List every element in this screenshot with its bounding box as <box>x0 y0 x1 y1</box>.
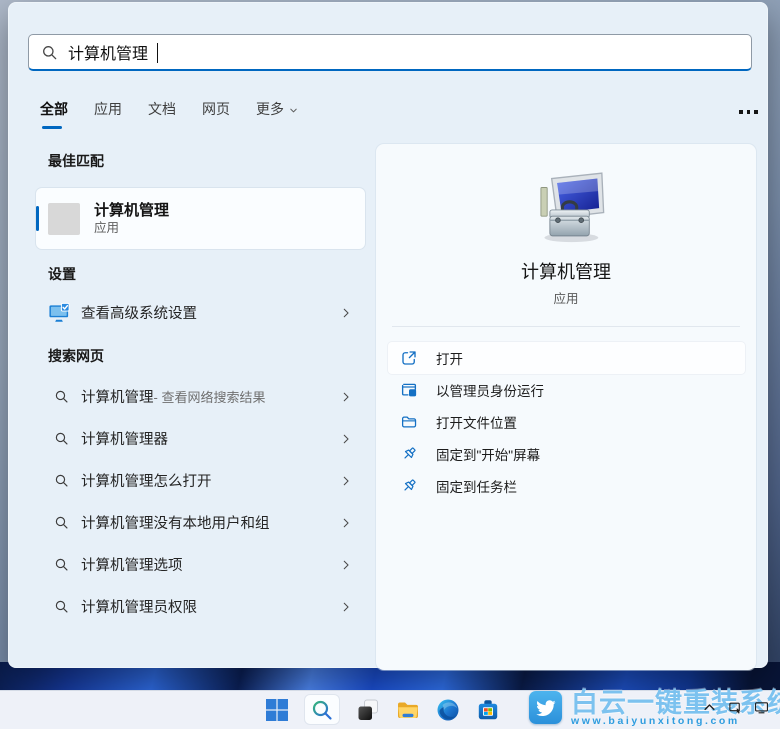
edge-browser-icon <box>436 698 460 722</box>
search-input[interactable] <box>68 43 739 61</box>
settings-item-advanced-system-settings[interactable]: 查看高级系统设置 <box>36 294 365 331</box>
section-header-best-match: 最佳匹配 <box>48 153 104 169</box>
action-label: 打开文件位置 <box>436 416 517 431</box>
search-icon <box>54 431 69 446</box>
taskbar-start-button[interactable] <box>264 697 289 722</box>
pin-to-start-icon <box>400 445 418 463</box>
section-header-search-web: 搜索网页 <box>48 348 104 364</box>
action-run-as-admin[interactable]: 以管理员身份运行 <box>388 374 745 406</box>
web-search-item[interactable]: 计算机管理员权限 <box>36 588 365 625</box>
tab-apps-label: 应用 <box>94 101 122 117</box>
search-icon <box>54 557 69 572</box>
taskbar-file-explorer-button[interactable] <box>395 697 420 722</box>
chevron-up-icon[interactable] <box>702 700 717 715</box>
search-icon <box>41 44 58 61</box>
app-title: 计算机管理 <box>521 262 611 282</box>
taskbar-search-button[interactable] <box>304 694 340 725</box>
chevron-right-icon <box>339 306 353 320</box>
search-icon <box>310 698 334 722</box>
best-match-title: 计算机管理 <box>94 202 170 219</box>
task-view-icon <box>356 698 380 722</box>
action-label: 固定到"开始"屏幕 <box>436 448 541 463</box>
microsoft-store-icon <box>476 698 500 722</box>
web-search-text: 计算机管理没有本地用户和组 <box>81 516 270 532</box>
chevron-right-icon <box>339 474 353 488</box>
web-search-text: 计算机管理器 <box>81 432 168 448</box>
system-tray <box>702 700 769 715</box>
app-actions-list: 打开 以管理员身份运行 打开文件位置 固定到"开始"屏幕 固定到任务栏 <box>388 342 745 502</box>
text-cursor <box>157 43 158 63</box>
chevron-right-icon <box>339 558 353 572</box>
run-as-admin-icon <box>400 381 418 399</box>
action-label: 打开 <box>436 352 463 367</box>
open-icon <box>400 349 418 367</box>
tab-web[interactable]: 网页 <box>202 99 230 128</box>
web-search-item[interactable]: 计算机管理 - 查看网络搜索结果 <box>36 378 365 415</box>
web-search-text: 计算机管理选项 <box>81 558 183 574</box>
action-pin-to-start[interactable]: 固定到"开始"屏幕 <box>388 438 745 470</box>
computer-management-icon <box>523 166 609 257</box>
settings-item-label: 查看高级系统设置 <box>81 306 197 322</box>
search-icon <box>54 473 69 488</box>
web-search-text: 计算机管理员权限 <box>81 600 197 616</box>
app-icon-placeholder <box>48 202 80 235</box>
active-tab-indicator <box>42 126 62 129</box>
tab-all-label: 全部 <box>40 101 68 117</box>
web-search-suffix: - 查看网络搜索结果 <box>153 390 266 405</box>
search-icon <box>54 515 69 530</box>
web-search-item[interactable]: 计算机管理没有本地用户和组 <box>36 504 365 541</box>
taskbar-edge-button[interactable] <box>435 697 460 722</box>
action-pin-to-taskbar[interactable]: 固定到任务栏 <box>388 470 745 502</box>
chevron-right-icon <box>339 390 353 404</box>
file-explorer-icon <box>396 698 420 722</box>
section-header-settings: 设置 <box>48 266 76 282</box>
windows-logo-icon <box>265 698 289 722</box>
web-search-text: 计算机管理怎么打开 <box>81 474 212 490</box>
tab-web-label: 网页 <box>202 101 230 117</box>
web-search-item[interactable]: 计算机管理选项 <box>36 546 365 583</box>
system-properties-icon <box>48 301 71 324</box>
taskbar-store-button[interactable] <box>475 697 500 722</box>
more-options-button[interactable] <box>735 106 762 118</box>
search-box[interactable] <box>28 34 752 71</box>
best-match-type: 应用 <box>94 221 120 235</box>
best-match-item[interactable]: 计算机管理 应用 <box>36 188 365 249</box>
action-label: 以管理员身份运行 <box>436 384 544 399</box>
app-subtitle: 应用 <box>553 292 579 306</box>
chevron-right-icon <box>339 432 353 446</box>
tab-documents[interactable]: 文档 <box>148 99 176 128</box>
divider <box>392 326 740 327</box>
web-search-item[interactable]: 计算机管理怎么打开 <box>36 462 365 499</box>
chevron-right-icon <box>339 600 353 614</box>
search-icon <box>54 599 69 614</box>
chevron-down-icon <box>288 105 299 116</box>
taskbar-icons <box>264 690 500 729</box>
search-filter-tabs: 全部 应用 文档 网页 更多 <box>40 99 299 129</box>
action-open[interactable]: 打开 <box>388 342 745 374</box>
selection-accent-bar <box>36 206 39 231</box>
web-search-text: 计算机管理 <box>81 390 154 406</box>
display-tray-icon[interactable] <box>754 700 769 715</box>
action-open-file-location[interactable]: 打开文件位置 <box>388 406 745 438</box>
open-file-location-icon <box>400 413 418 431</box>
app-detail-panel: 计算机管理 应用 打开 以管理员身份运行 打开文件位置 固定到"开始"屏幕 固定… <box>376 144 756 670</box>
action-label: 固定到任务栏 <box>436 480 517 495</box>
tab-apps[interactable]: 应用 <box>94 99 122 128</box>
taskbar-task-view-button[interactable] <box>355 697 380 722</box>
app-window-tray-icon[interactable] <box>728 700 743 715</box>
tab-all[interactable]: 全部 <box>40 99 68 129</box>
search-icon <box>54 389 69 404</box>
chevron-right-icon <box>339 516 353 530</box>
search-flyout-panel: 全部 应用 文档 网页 更多 最佳匹配 计算机管理 应用 设置 查看高级系统设置 <box>8 2 768 670</box>
tab-more-label: 更多 <box>256 101 284 117</box>
tab-more[interactable]: 更多 <box>256 99 299 128</box>
web-search-item[interactable]: 计算机管理器 <box>36 420 365 457</box>
tab-documents-label: 文档 <box>148 101 176 117</box>
pin-to-taskbar-icon <box>400 477 418 495</box>
